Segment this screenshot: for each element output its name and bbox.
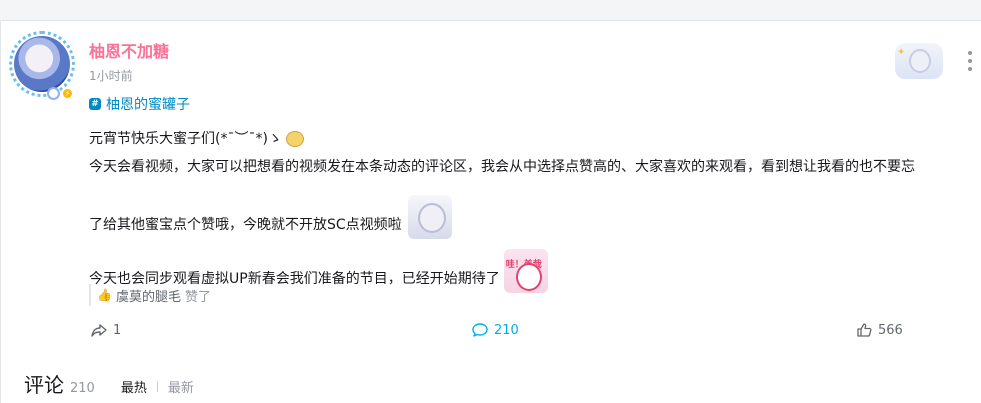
- decoration-card[interactable]: ✦: [895, 43, 943, 79]
- action-bar: 1 210 566: [1, 322, 981, 342]
- post-time: 1小时前: [89, 69, 133, 83]
- comments-title: 评论: [24, 373, 64, 397]
- post-content: 元宵节快乐大蜜子们(*¯︶¯*)ゝ 今天会看视频，大家可以把想看的视频发在本条动…: [89, 125, 979, 293]
- decoration-character: [909, 49, 931, 73]
- content-line: 了给其他蜜宝点个赞哦，今晚就不开放SC点视频啦: [89, 195, 979, 239]
- vip-badge-icon: ⚡: [61, 87, 74, 100]
- sticker-emote-icon: [407, 195, 452, 239]
- comment-count: 210: [494, 322, 519, 338]
- topic-icon: #: [89, 98, 101, 110]
- topic-tag[interactable]: # 柚恩的蜜罐子: [89, 94, 190, 114]
- liked-by-bar: 👍 虞莫的腿毛 赞了: [89, 284, 969, 306]
- share-icon: [91, 324, 107, 337]
- dynamic-card: ⚡ 柚恩不加糖 1小时前 ✦ # 柚恩的蜜罐子 元宵节快乐大蜜子们(*¯︶¯*)…: [0, 20, 981, 403]
- liker-name[interactable]: 虞莫的腿毛: [116, 286, 181, 305]
- content-text: 今天会看视频，大家可以把想看的视频发在本条动态的评论区，我会从中选择点赞高的、大…: [89, 159, 915, 175]
- content-text: 元宵节快乐大蜜子们(*¯︶¯*)ゝ: [89, 131, 282, 147]
- sort-divider: [156, 381, 158, 392]
- share-count: 1: [113, 322, 122, 338]
- like-button[interactable]: 566: [856, 322, 903, 338]
- sparkle-icon: ✦: [897, 47, 906, 58]
- author-name[interactable]: 柚恩不加糖: [89, 38, 169, 62]
- sticker-label: 哇！美哉: [505, 260, 542, 270]
- more-options-icon[interactable]: [967, 51, 973, 71]
- comments-header: 评论 210 最热 最新: [24, 369, 194, 398]
- comments-count: 210: [70, 381, 95, 396]
- like-icon: [857, 323, 872, 337]
- bowl-emoji-icon: [285, 131, 304, 147]
- sort-new-tab[interactable]: 最新: [168, 377, 194, 396]
- share-button[interactable]: 1: [91, 322, 121, 338]
- avatar[interactable]: ⚡: [9, 31, 75, 100]
- thumb-up-icon: 👍: [97, 288, 112, 302]
- official-badge-icon: [47, 87, 60, 100]
- liked-text: 赞了: [184, 289, 211, 305]
- like-count: 566: [878, 322, 903, 338]
- comment-icon: [472, 323, 488, 337]
- content-line: 元宵节快乐大蜜子们(*¯︶¯*)ゝ: [89, 125, 979, 153]
- content-text: 了给其他蜜宝点个赞哦，今晚就不开放SC点视频啦: [89, 217, 402, 233]
- sort-hot-tab[interactable]: 最热: [121, 377, 147, 396]
- topic-label: 柚恩的蜜罐子: [106, 97, 190, 113]
- comment-button[interactable]: 210: [472, 322, 519, 338]
